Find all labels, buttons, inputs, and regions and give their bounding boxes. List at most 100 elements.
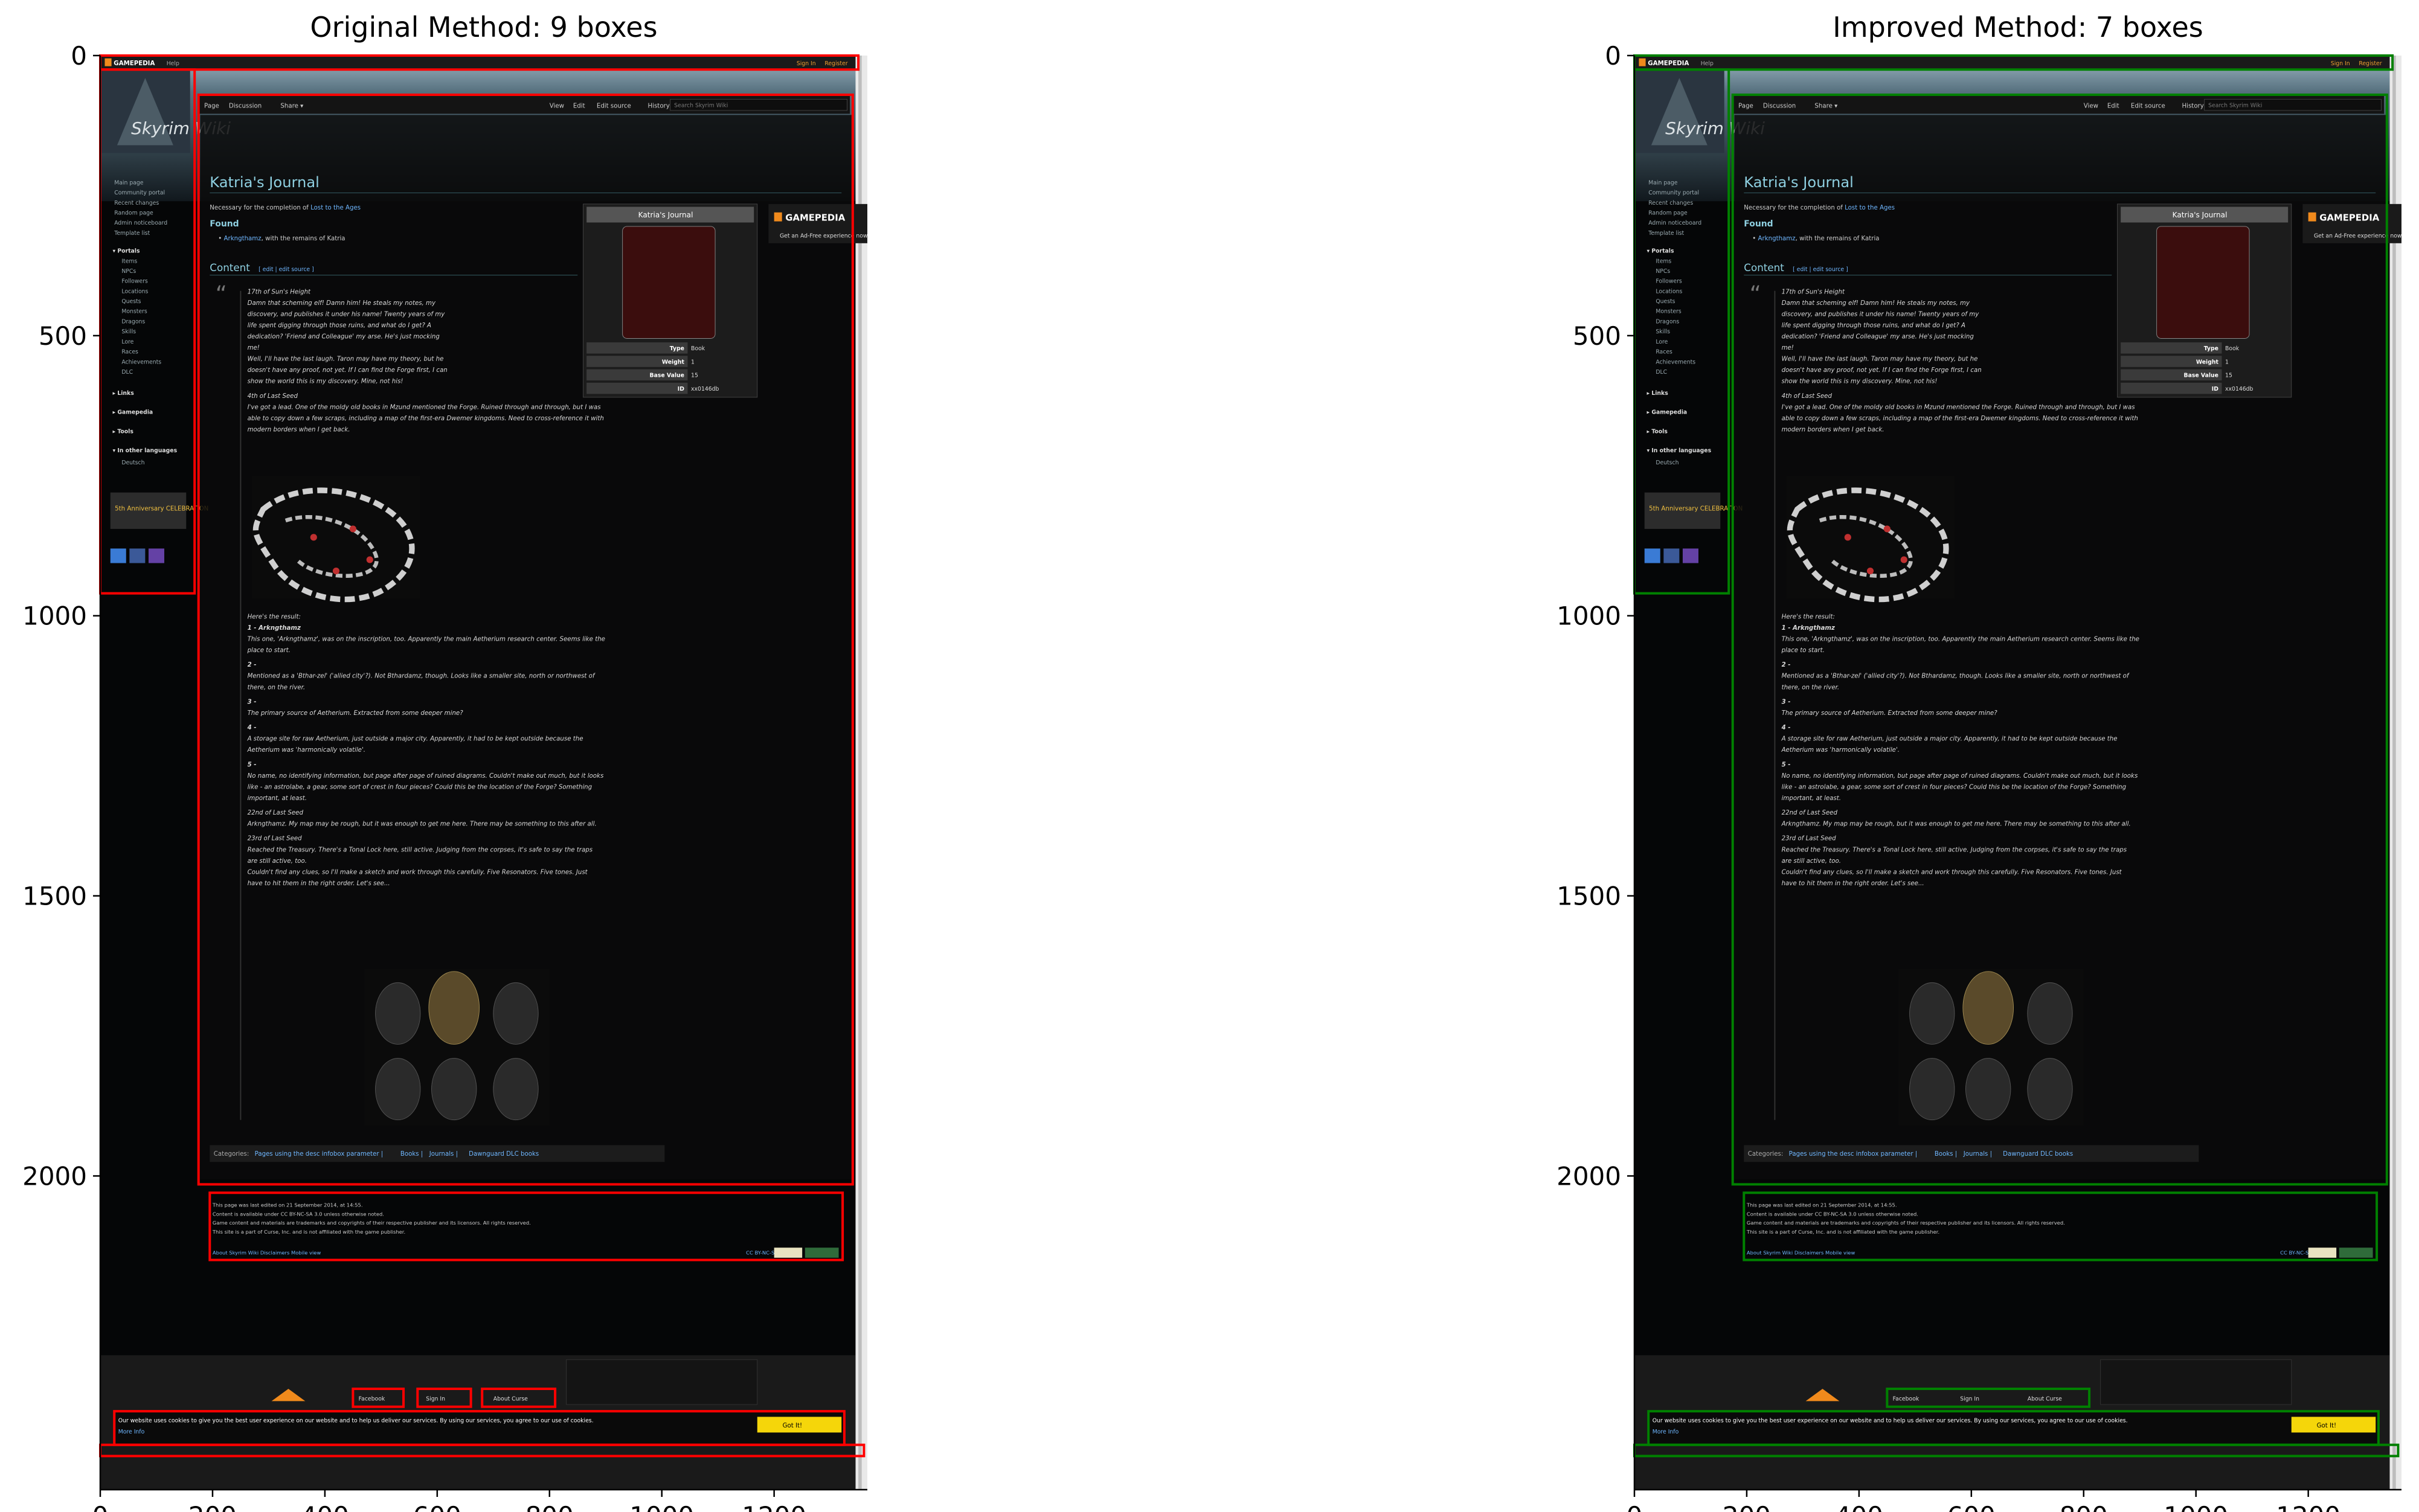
svg-text:“: “	[1750, 281, 1761, 307]
svg-text:This page was last edited on 2: This page was last edited on 21 Septembe…	[1746, 1202, 1897, 1208]
svg-text:This one, 'Arkngthamz', was on: This one, 'Arkngthamz', was on the inscr…	[1782, 636, 2139, 642]
svg-text:22nd of Last Seed: 22nd of Last Seed	[1782, 810, 1838, 816]
svg-text:▾ In other languages: ▾ In other languages	[1646, 447, 1711, 454]
svg-text:▸ Links: ▸ Links	[1646, 390, 1668, 397]
svg-text:Discussion: Discussion	[1763, 103, 1796, 109]
svg-text:3 -: 3 -	[248, 699, 257, 705]
svg-text:History: History	[647, 103, 669, 109]
svg-text:Aetherium was 'harmonically vo: Aetherium was 'harmonically volatile'.	[247, 747, 365, 754]
svg-text:History: History	[2182, 103, 2203, 109]
svg-text:Register: Register	[2359, 60, 2382, 67]
svg-text:Book: Book	[2225, 345, 2240, 352]
svg-text:Base Value: Base Value	[650, 373, 684, 379]
svg-text:Admin noticeboard: Admin noticeboard	[114, 220, 167, 226]
svg-text:15: 15	[2225, 373, 2232, 379]
svg-text:Pages using the desc infobox p: Pages using the desc infobox parameter |	[1789, 1151, 1918, 1158]
svg-text:Found: Found	[210, 219, 239, 229]
svg-text:Locations: Locations	[121, 288, 148, 295]
svg-text:5 -: 5 -	[248, 761, 257, 768]
svg-text:Help: Help	[167, 60, 179, 67]
svg-text:Well, I'll have the last laugh: Well, I'll have the last laugh. Taron ma…	[248, 356, 444, 363]
svg-text:Main page: Main page	[1648, 179, 1678, 186]
svg-text:Deutsch: Deutsch	[1656, 460, 1679, 466]
svg-text:GAMEPEDIA: GAMEPEDIA	[1648, 60, 1689, 67]
svg-text:Game content and materials are: Game content and materials are trademark…	[1747, 1220, 2065, 1226]
svg-text:Dawnguard DLC books: Dawnguard DLC books	[469, 1151, 539, 1158]
y-tick-label: 1500	[1556, 882, 1621, 911]
svg-text:• Arkngthamz, with the remains: • Arkngthamz, with the remains of Katria	[218, 235, 345, 242]
svg-text:Help: Help	[1701, 60, 1714, 67]
svg-text:Recent changes: Recent changes	[114, 200, 159, 207]
svg-text:“: “	[216, 281, 227, 307]
svg-text:17th of Sun's Height: 17th of Sun's Height	[248, 289, 311, 295]
svg-text:Main page: Main page	[114, 179, 144, 186]
svg-text:able to copy down a few scraps: able to copy down a few scraps, includin…	[248, 415, 604, 422]
svg-text:Facebook: Facebook	[359, 1395, 385, 1402]
svg-text:NPCs: NPCs	[121, 268, 136, 275]
svg-text:Got It!: Got It!	[783, 1423, 803, 1429]
x-tick-label: 800	[525, 1501, 574, 1512]
svg-text:Races: Races	[1656, 349, 1672, 356]
svg-text:Categories:: Categories:	[1748, 1151, 1784, 1158]
svg-text:NPCs: NPCs	[1656, 268, 1670, 275]
svg-text:Our website uses cookies to gi: Our website uses cookies to give you the…	[1653, 1418, 2128, 1424]
svg-text:This page was last edited on 2: This page was last edited on 21 Septembe…	[212, 1202, 363, 1208]
y-tick-label: 1000	[1556, 601, 1621, 631]
svg-text:show the world this is my disc: show the world this is my discovery. Min…	[1782, 379, 1938, 385]
svg-text:Reached the Treasury. There's: Reached the Treasury. There's a Tonal Lo…	[1782, 847, 2127, 853]
svg-text:A storage site for raw Aetheri: A storage site for raw Aetherium, just o…	[247, 736, 583, 743]
svg-text:Template list: Template list	[114, 230, 150, 237]
svg-text:4th of Last Seed: 4th of Last Seed	[1782, 393, 1833, 400]
svg-text:About Skyrim Wiki Disclaimer: About Skyrim Wiki Disclaimers Mobile vie…	[1747, 1249, 1855, 1255]
svg-text:Edit source: Edit source	[2131, 103, 2165, 109]
svg-text:Katria's Journal: Katria's Journal	[638, 211, 693, 219]
y-tick-label: 500	[1573, 321, 1621, 351]
svg-text:Monsters: Monsters	[1656, 309, 1682, 315]
svg-text:▸ Gamepedia: ▸ Gamepedia	[112, 409, 153, 416]
svg-text:Couldn't find any clues, so I': Couldn't find any clues, so I'll make a …	[1782, 869, 2122, 876]
svg-text:▾ In other languages: ▾ In other languages	[112, 447, 177, 454]
x-tick-label: 200	[188, 1501, 237, 1512]
svg-text:Edit source: Edit source	[597, 103, 631, 109]
chart-panel-left: GAMEPEDIA Help Sign In Register Skyrim W…	[22, 41, 2401, 1512]
svg-text:Pages using the desc infobox p: Pages using the desc infobox parameter |	[255, 1151, 384, 1158]
svg-text:Get an Ad-Free experience now!: Get an Ad-Free experience now!	[780, 233, 870, 240]
svg-text:Achievements: Achievements	[1656, 359, 1695, 365]
svg-text:23rd of Last Seed: 23rd of Last Seed	[248, 836, 303, 842]
svg-text:place to start.: place to start.	[247, 647, 291, 654]
svg-text:Items: Items	[1656, 258, 1671, 264]
svg-text:place to start.: place to start.	[1781, 647, 1825, 654]
svg-text:Books |: Books |	[1935, 1151, 1957, 1158]
svg-text:[ edit | edit source ]: [ edit | edit source ]	[1793, 266, 1848, 273]
svg-text:Book: Book	[691, 345, 705, 352]
svg-text:Discussion: Discussion	[229, 103, 262, 109]
svg-text:View: View	[2084, 103, 2098, 109]
svg-text:About Skyrim Wiki Disclaimer: About Skyrim Wiki Disclaimers Mobile vie…	[213, 1249, 321, 1255]
svg-text:life spent digging through tho: life spent digging through those ruins, …	[248, 322, 431, 329]
svg-text:The primary source of Aetheriu: The primary source of Aetherium. Extract…	[248, 710, 464, 717]
svg-text:Base Value: Base Value	[2184, 373, 2218, 379]
svg-text:Deutsch: Deutsch	[121, 460, 144, 466]
x-tick-label: 0	[1627, 1501, 1643, 1512]
svg-text:More Info: More Info	[1653, 1429, 1679, 1435]
svg-text:Katria's Journal: Katria's Journal	[210, 174, 320, 191]
svg-text:4 -: 4 -	[247, 725, 257, 731]
svg-text:Books |: Books |	[400, 1151, 423, 1158]
x-tick-label: 1000	[2164, 1501, 2228, 1512]
svg-text:[ edit | edit source ]: [ edit | edit source ]	[259, 266, 314, 273]
svg-text:GAMEPEDIA: GAMEPEDIA	[114, 60, 155, 67]
svg-text:View: View	[550, 103, 564, 109]
svg-text:The primary source of Aetheriu: The primary source of Aetherium. Extract…	[1782, 710, 1998, 717]
svg-text:Dragons: Dragons	[1656, 318, 1679, 325]
svg-text:22nd of Last Seed: 22nd of Last Seed	[248, 810, 304, 816]
svg-text:are still active, too.: are still active, too.	[248, 858, 307, 865]
svg-text:doesn't have any proof, not ye: doesn't have any proof, not yet. If I ca…	[248, 367, 448, 374]
svg-text:Here's the result:: Here's the result:	[1782, 613, 1835, 620]
svg-text:Page: Page	[1738, 103, 1753, 109]
svg-text:me!: me!	[248, 345, 260, 351]
svg-text:Community portal: Community portal	[1648, 190, 1699, 196]
svg-text:Well, I'll have the last laugh: Well, I'll have the last laugh. Taron ma…	[1782, 356, 1978, 363]
svg-text:• Arkngthamz, with the remains: • Arkngthamz, with the remains of Katria	[1752, 235, 1879, 242]
svg-text:Necessary for the completion o: Necessary for the completion of Lost to …	[1744, 205, 1895, 211]
y-tick-label: 2000	[1556, 1161, 1621, 1191]
